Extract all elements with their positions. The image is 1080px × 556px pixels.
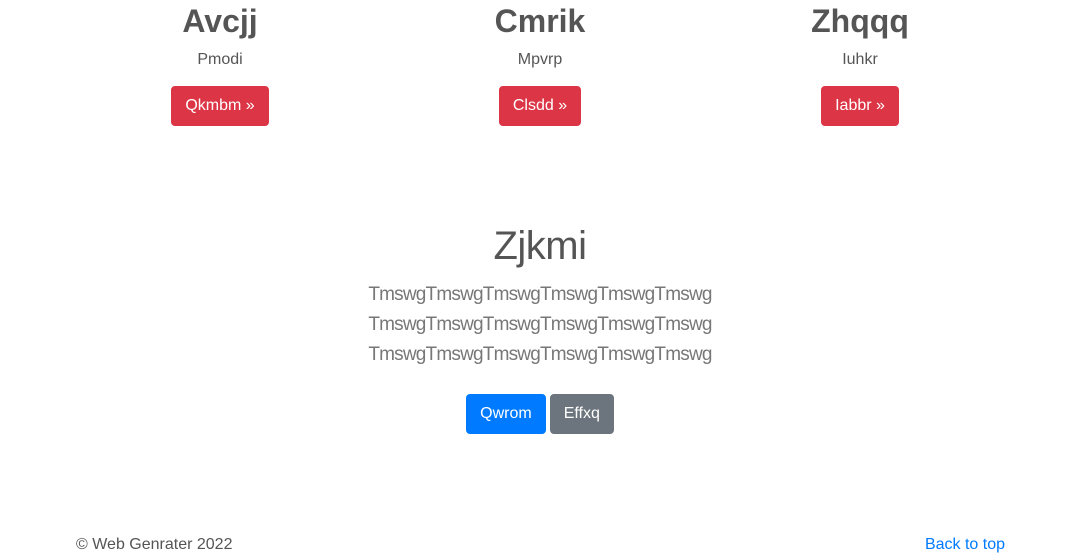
hero-text: TmswgTmswgTmswgTmswgTmswgTmswg TmswgTmsw… (0, 280, 1080, 370)
feature-button-3[interactable]: Iabbr » (821, 86, 899, 126)
feature-subtitle: Iuhkr (842, 51, 878, 68)
feature-subtitle: Pmodi (197, 51, 243, 68)
feature-button-2[interactable]: Clsdd » (498, 86, 582, 126)
feature-column-3: Zhqqq Iuhkr Iabbr » (700, 0, 1020, 140)
hero-text-line: TmswgTmswgTmswgTmswgTmswgTmswg (368, 314, 712, 335)
primary-button[interactable]: Qwrom (466, 394, 546, 434)
footer-copyright: © Web Genrater 2022 (76, 536, 233, 553)
feature-title: Avcjj (182, 3, 258, 39)
hero-text-line: TmswgTmswgTmswgTmswgTmswgTmswg (368, 344, 712, 365)
hero-section: Zjkmi TmswgTmswgTmswgTmswgTmswgTmswg Tms… (0, 222, 1080, 434)
page: Avcjj Pmodi Qkmbm » Cmrik Mpvrp Clsdd » … (0, 0, 1080, 556)
feature-column-2: Cmrik Mpvrp Clsdd » (380, 0, 700, 140)
back-to-top-link[interactable]: Back to top (925, 535, 1005, 555)
feature-column-1: Avcjj Pmodi Qkmbm » (60, 0, 380, 140)
secondary-button[interactable]: Effxq (549, 394, 614, 434)
feature-title: Zhqqq (811, 3, 909, 39)
hero-title: Zjkmi (493, 224, 587, 268)
feature-row: Avcjj Pmodi Qkmbm » Cmrik Mpvrp Clsdd » … (60, 0, 1020, 140)
feature-button-1[interactable]: Qkmbm » (171, 86, 269, 126)
hero-text-line: TmswgTmswgTmswgTmswgTmswgTmswg (368, 284, 712, 305)
feature-title: Cmrik (494, 3, 586, 39)
feature-subtitle: Mpvrp (517, 51, 563, 68)
hero-button-group: Qwrom Effxq (0, 394, 1080, 434)
